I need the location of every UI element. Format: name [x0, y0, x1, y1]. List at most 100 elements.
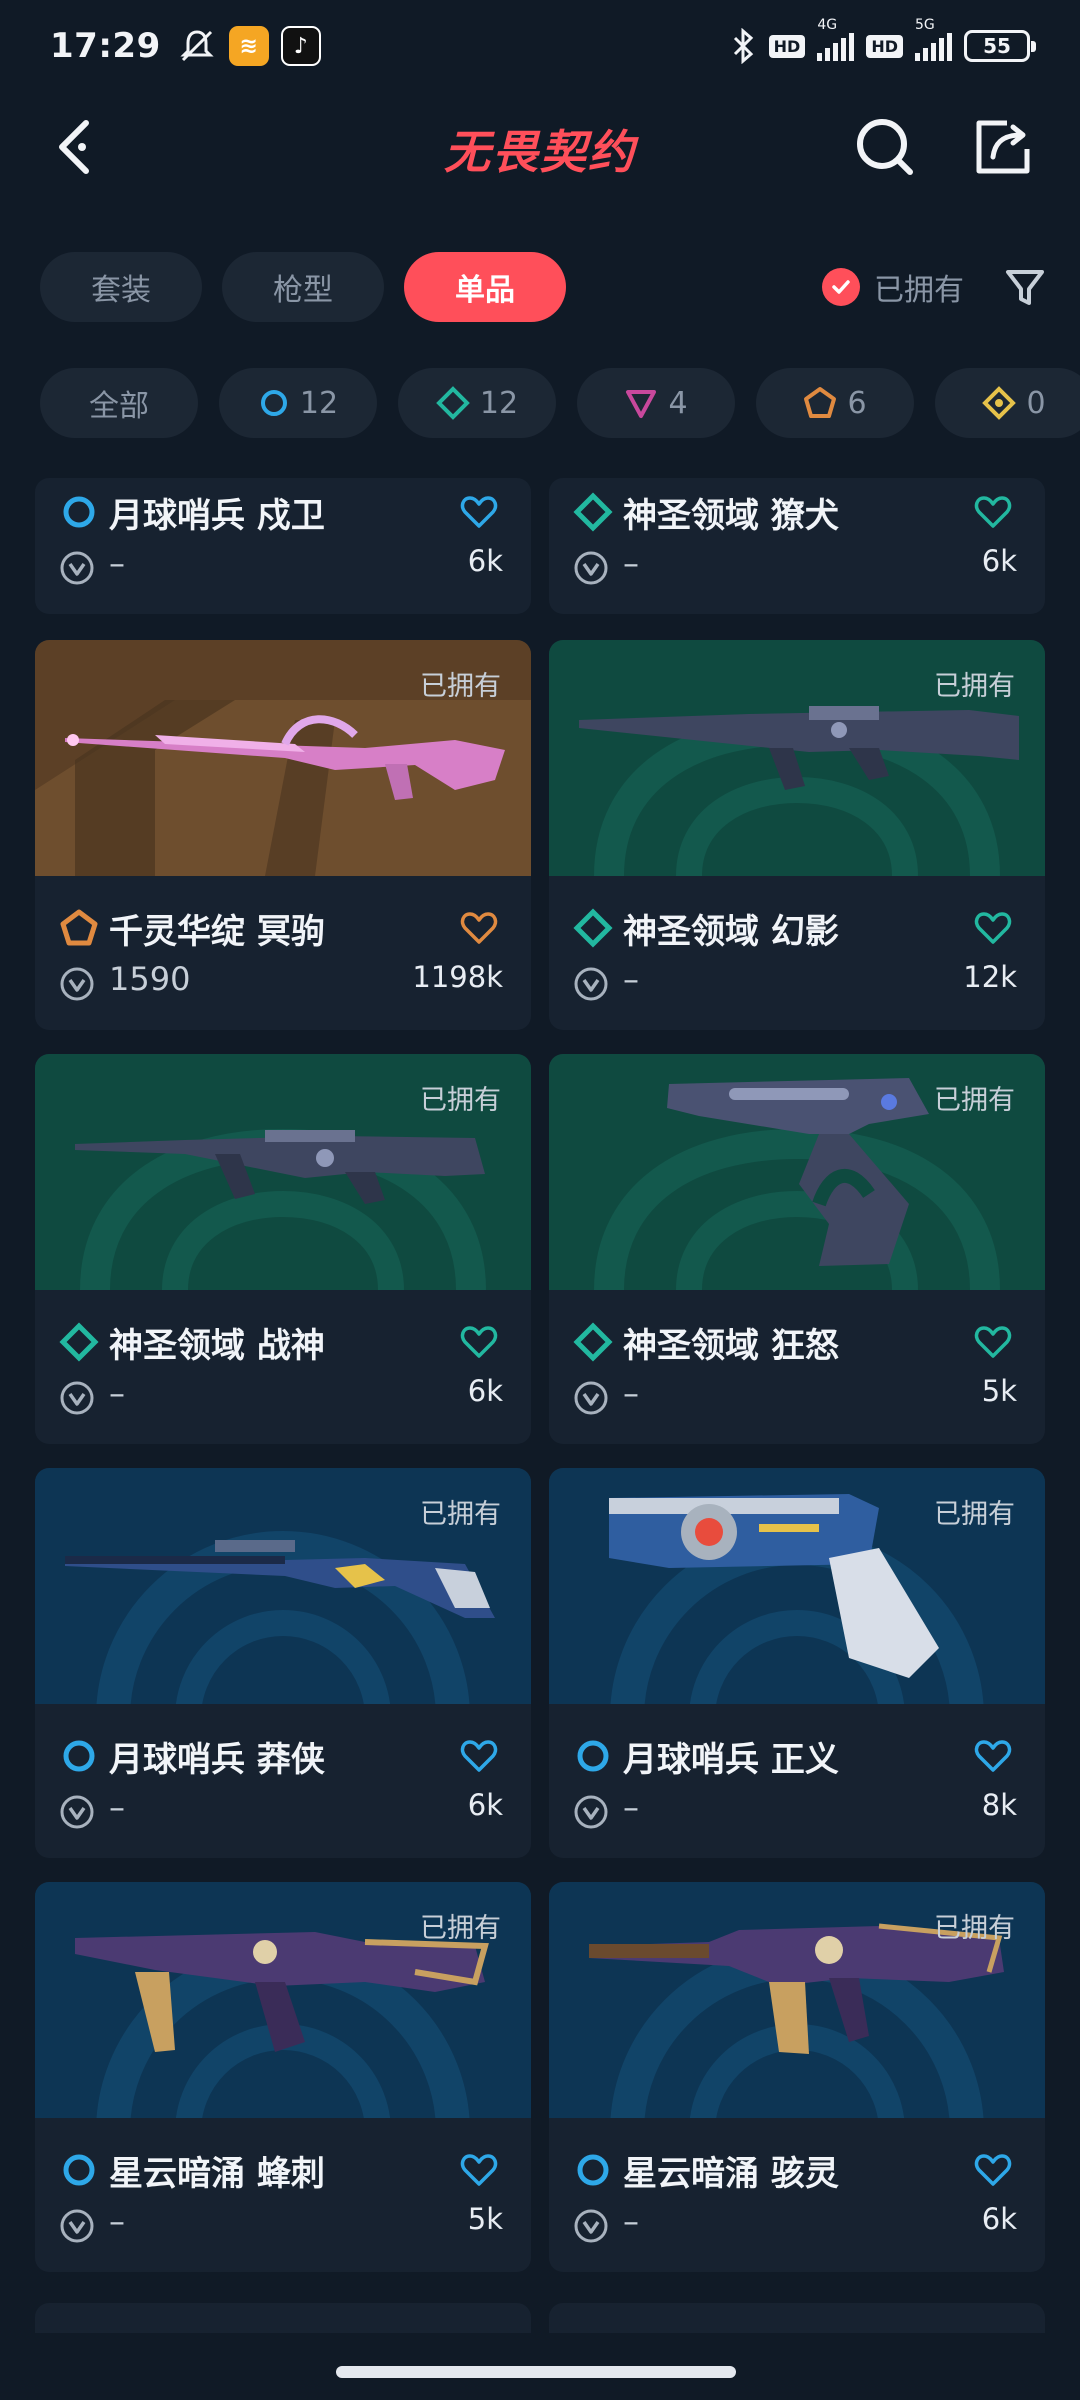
skin-card[interactable]: 已拥有 星云暗涌 骇灵 – 6k [549, 1882, 1045, 2272]
card-info: 千灵华绽 冥驹 1590 1198k [35, 894, 531, 1024]
chip-count: 12 [479, 385, 519, 421]
tab-single-items[interactable]: 单品 [404, 252, 566, 322]
rarity-filter-chips: 全部 12 12 4 6 0 [40, 368, 1080, 438]
notification-app-icon: ≋ [228, 26, 269, 66]
select-tier-icon [63, 496, 95, 528]
tab-weapon-types[interactable]: 枪型 [222, 252, 384, 322]
skin-price: 1590 [109, 960, 191, 998]
rarity-chip-select[interactable]: 12 [219, 368, 377, 438]
rarity-chip-premium[interactable]: 4 [577, 368, 735, 438]
heart-icon[interactable] [459, 1322, 499, 1362]
chip-count: 12 [299, 385, 339, 421]
signal-4g: 4G [817, 17, 855, 61]
home-indicator[interactable] [336, 2366, 736, 2378]
vp-currency-icon [60, 967, 94, 1001]
skin-card[interactable]: 已拥有 月球哨兵 正义 – 8k [549, 1468, 1045, 1858]
status-left-icons: ≋ ♪ [177, 26, 321, 66]
owned-tag: 已拥有 [420, 671, 501, 702]
heart-icon[interactable] [459, 492, 499, 532]
card-info: 月球哨兵 正义 – 8k [549, 1722, 1045, 1852]
skin-image: 已拥有 [35, 1468, 531, 1704]
card-info: 月球哨兵 戍卫 – 6k [35, 478, 531, 608]
skin-image: 已拥有 [549, 1882, 1045, 2118]
card-info: 星云暗涌 蜂刺 – 5k [35, 2136, 531, 2266]
skin-card[interactable]: 月球哨兵 戍卫 – 6k [35, 478, 531, 614]
signal-bars-icon [915, 31, 952, 61]
skin-card[interactable]: 已拥有 千灵华绽 冥驹 1590 1198k [35, 640, 531, 1030]
heart-icon[interactable] [973, 2150, 1013, 2190]
mute-icon [180, 30, 214, 62]
skin-name: 神圣领域 獠犬 [623, 496, 839, 536]
owned-tag: 已拥有 [934, 1085, 1015, 1116]
rarity-chip-exclusive[interactable]: 6 [756, 368, 914, 438]
search-button[interactable] [848, 110, 922, 184]
skin-name: 神圣领域 狂怒 [623, 1326, 839, 1366]
skin-price: – [623, 544, 639, 582]
ultra-tier-icon [982, 386, 1017, 420]
owned-filter-toggle[interactable]: 已拥有 [822, 265, 964, 309]
checkmark-icon [822, 268, 860, 306]
like-count: 6k [467, 544, 503, 578]
category-tabs: 套装 枪型 单品 已拥有 [40, 252, 1050, 322]
select-tier-icon [577, 1740, 609, 1772]
owned-tag: 已拥有 [420, 1499, 501, 1530]
deluxe-tier-icon [573, 492, 613, 532]
skin-card[interactable]: 神圣领域 獠犬 – 6k [549, 478, 1045, 614]
heart-icon[interactable] [459, 908, 499, 948]
skin-card-peek[interactable] [35, 2303, 531, 2333]
heart-icon[interactable] [973, 1322, 1013, 1362]
vp-currency-icon [574, 551, 608, 585]
vp-currency-icon [60, 551, 94, 585]
skin-card[interactable]: 已拥有 神圣领域 幻影 – 12k [549, 640, 1045, 1030]
signal-5g: 5G [915, 17, 952, 61]
heart-icon[interactable] [459, 2150, 499, 2190]
vp-currency-icon [60, 1381, 94, 1415]
like-count: 12k [963, 960, 1017, 994]
skin-image: 已拥有 [549, 1054, 1045, 1290]
skin-card[interactable]: 已拥有 月球哨兵 莽侠 – 6k [35, 1468, 531, 1858]
skin-card[interactable]: 已拥有 星云暗涌 蜂刺 – 5k [35, 1882, 531, 2272]
exclusive-tier-icon [60, 909, 98, 946]
heart-icon[interactable] [459, 1736, 499, 1776]
skin-image: 已拥有 [35, 1882, 531, 2118]
rarity-chip-deluxe[interactable]: 12 [398, 368, 556, 438]
skin-name: 神圣领域 战神 [109, 1326, 325, 1366]
heart-icon[interactable] [973, 492, 1013, 532]
vp-currency-icon [60, 1795, 94, 1829]
chip-label: 全部 [89, 389, 149, 424]
like-count: 5k [467, 2202, 503, 2236]
like-count: 5k [981, 1374, 1017, 1408]
share-button[interactable] [966, 110, 1040, 184]
like-count: 6k [981, 2202, 1017, 2236]
status-time: 17:29 [50, 26, 161, 66]
card-info: 神圣领域 獠犬 – 6k [549, 478, 1045, 608]
heart-icon[interactable] [973, 908, 1013, 948]
signal-bars-icon [817, 31, 855, 61]
tab-bundles[interactable]: 套装 [40, 252, 202, 322]
skin-grid: 月球哨兵 戍卫 – 6k 神圣领域 獠犬 – 6k 已拥有 千灵华绽 冥驹 15… [0, 478, 1080, 2308]
heart-icon[interactable] [973, 1736, 1013, 1776]
owned-tag: 已拥有 [934, 671, 1015, 702]
hd-badge: HD [768, 34, 806, 58]
like-count: 6k [467, 1788, 503, 1822]
skin-card[interactable]: 已拥有 神圣领域 战神 – 6k [35, 1054, 531, 1444]
vp-currency-icon [574, 2209, 608, 2243]
skin-card[interactable]: 已拥有 神圣领域 狂怒 – 5k [549, 1054, 1045, 1444]
skin-card-peek[interactable] [549, 2303, 1045, 2333]
filter-button[interactable] [1000, 262, 1050, 312]
bluetooth-icon [733, 28, 753, 64]
vp-currency-icon [574, 1381, 608, 1415]
skin-price: – [623, 1788, 639, 1826]
vp-currency-icon [574, 967, 608, 1001]
skin-price: – [623, 2202, 639, 2240]
skin-name: 星云暗涌 蜂刺 [109, 2154, 325, 2194]
skin-name: 千灵华绽 冥驹 [109, 912, 325, 952]
card-info: 月球哨兵 莽侠 – 6k [35, 1722, 531, 1852]
skin-name: 神圣领域 幻影 [623, 912, 839, 952]
rarity-chip-all[interactable]: 全部 [40, 368, 198, 438]
card-info: 神圣领域 幻影 – 12k [549, 894, 1045, 1024]
rarity-chip-ultra[interactable]: 0 [935, 368, 1080, 438]
status-bar: 17:29 ≋ ♪ HD 4G HD 5G 55 [0, 0, 1080, 92]
select-tier-icon [63, 1740, 95, 1772]
skin-name: 月球哨兵 莽侠 [109, 1740, 325, 1780]
